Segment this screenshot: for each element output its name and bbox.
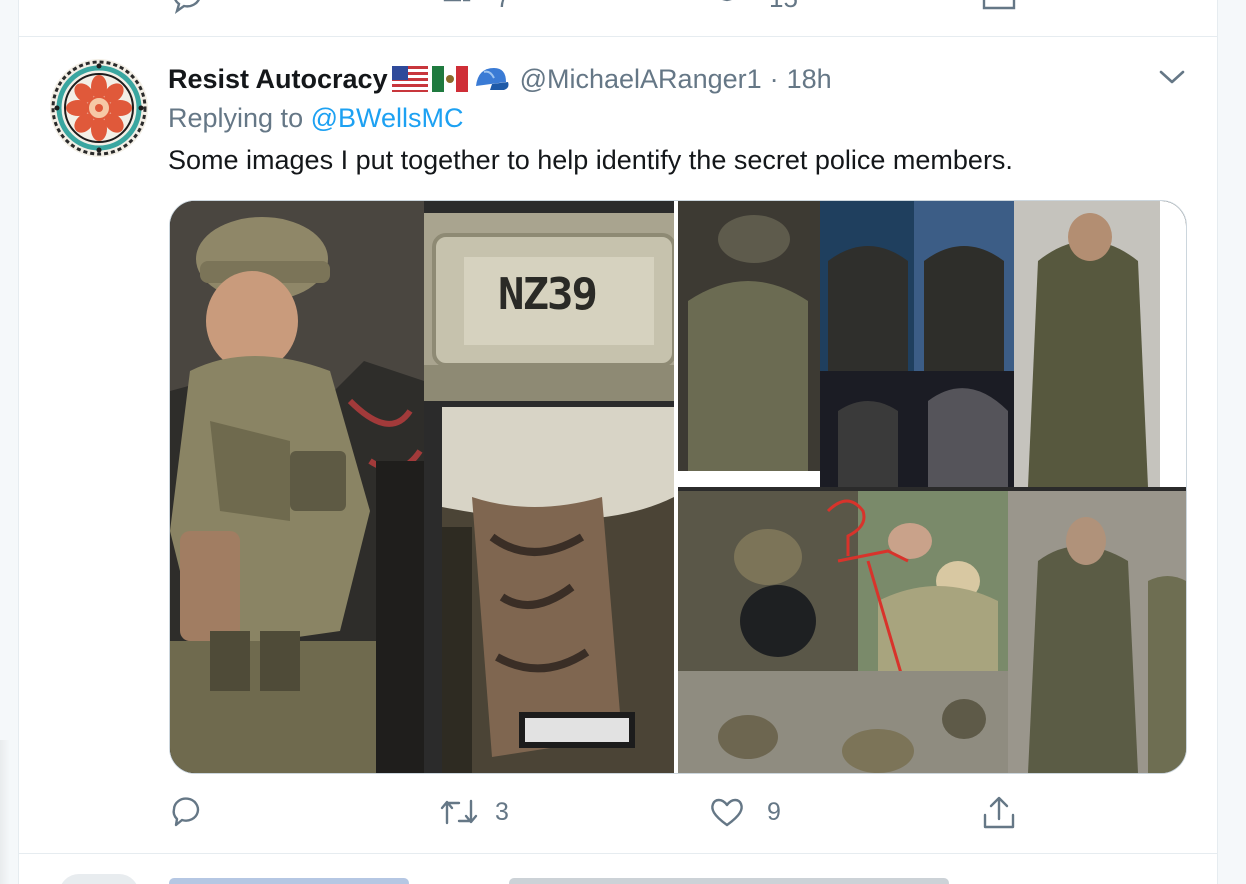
separator-dot: · (769, 63, 779, 94)
display-name[interactable]: Resist Autocracy (168, 64, 388, 95)
mandala-avatar-image (50, 59, 148, 157)
retweet-icon[interactable] (439, 0, 479, 12)
media-photo-agents-group[interactable] (678, 201, 1186, 487)
heart-icon[interactable] (709, 795, 745, 829)
share-icon[interactable] (982, 0, 1016, 14)
retweet-count: 3 (495, 797, 509, 826)
next-avatar (59, 874, 139, 884)
chevron-down-icon[interactable] (1157, 65, 1187, 89)
tweet[interactable]: Resist Autocracy @MichaelARanger1 · 18h … (19, 37, 1217, 854)
replying-to-mention[interactable]: @BWellsMC (311, 103, 464, 133)
reply-icon[interactable] (171, 0, 205, 14)
timeline-column: 7 15 (18, 0, 1218, 884)
name-emojis (391, 64, 510, 94)
reply-action[interactable] (169, 795, 215, 829)
reply-icon[interactable] (169, 795, 203, 829)
media-photo-tattoo[interactable] (442, 407, 674, 773)
media-collage[interactable]: NZ39 (169, 200, 1187, 774)
timestamp[interactable]: 18h (787, 64, 832, 95)
tweet-header: Resist Autocracy @MichaelARanger1 · 18h (168, 61, 832, 97)
blue-cap-emoji (475, 68, 509, 90)
retweet-icon[interactable] (439, 795, 479, 829)
tweet-text: Some images I put together to help ident… (168, 145, 1013, 175)
next-handle-placeholder (509, 878, 949, 884)
next-name-placeholder (169, 878, 409, 884)
patch-text: NZ39 (498, 269, 598, 320)
share-icon[interactable] (982, 795, 1016, 831)
media-photo-patch[interactable]: NZ39 (424, 213, 674, 401)
mexico-flag-emoji (431, 66, 468, 92)
previous-retweet-count: 7 (496, 0, 510, 14)
previous-tweet-actions: 7 15 (19, 0, 1217, 37)
replying-to: Replying to @BWellsMC (168, 103, 464, 134)
share-action[interactable] (982, 795, 1016, 831)
left-edge-shadow (0, 740, 10, 884)
next-tweet-preview[interactable] (19, 854, 1217, 884)
previous-like-count: 15 (769, 0, 798, 14)
like-count: 9 (767, 797, 781, 826)
like-action[interactable]: 9 (709, 795, 781, 829)
user-handle[interactable]: @MichaelARanger1 (520, 64, 762, 95)
retweet-action[interactable]: 3 (439, 795, 509, 829)
replying-to-label: Replying to (168, 103, 304, 133)
tweet-actions: 3 9 (19, 787, 1217, 839)
avatar[interactable] (50, 59, 148, 157)
us-flag-emoji (391, 66, 428, 92)
heart-icon[interactable] (709, 0, 745, 14)
media-photo-crowd[interactable] (678, 491, 1186, 773)
media-photo-soldier[interactable] (170, 201, 424, 773)
